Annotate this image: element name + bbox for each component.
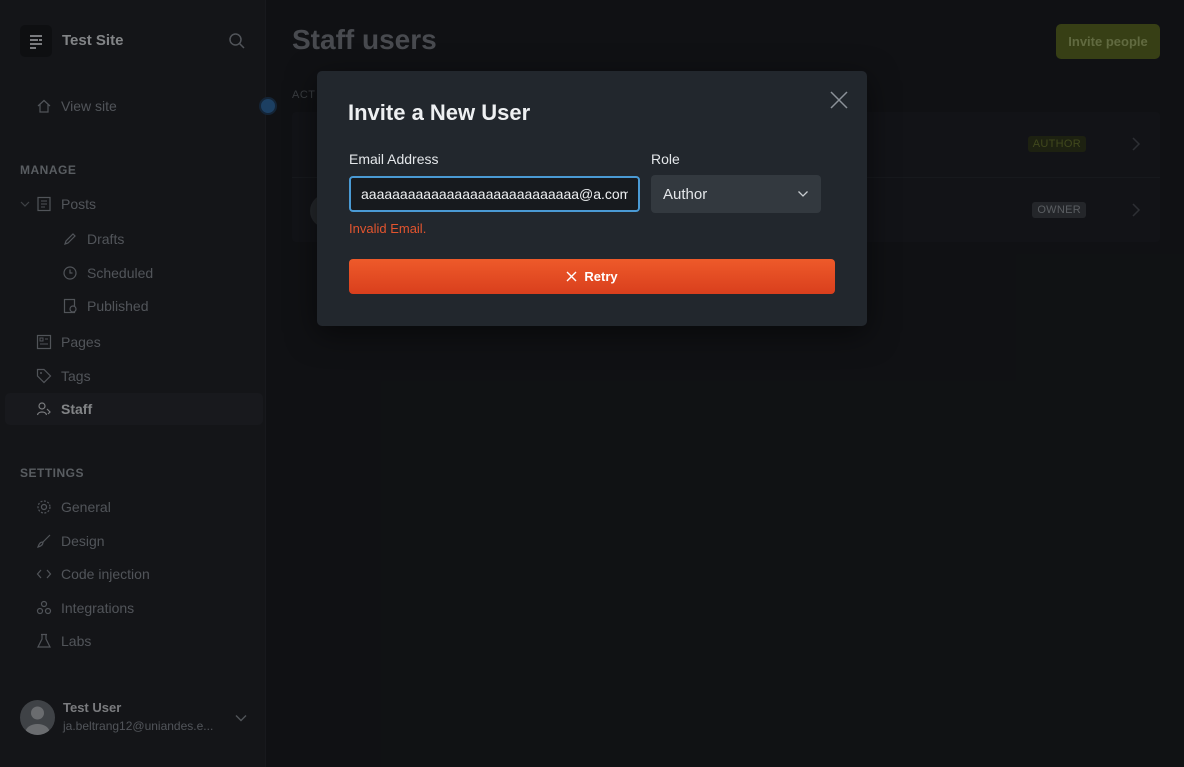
retry-button-label: Retry (584, 269, 618, 284)
retry-button[interactable]: Retry (349, 259, 835, 294)
chevron-down-icon (798, 191, 808, 197)
role-select[interactable]: Author (651, 175, 821, 213)
close-icon[interactable] (829, 90, 849, 110)
role-select-value: Author (663, 185, 708, 203)
email-label: Email Address (349, 151, 439, 167)
close-icon (566, 271, 577, 282)
role-label: Role (651, 151, 680, 167)
email-error: Invalid Email. (349, 221, 427, 236)
modal-title: Invite a New User (348, 100, 531, 125)
email-field[interactable] (349, 176, 640, 212)
invite-user-modal: Invite a New User Email Address Role Aut… (317, 71, 867, 326)
